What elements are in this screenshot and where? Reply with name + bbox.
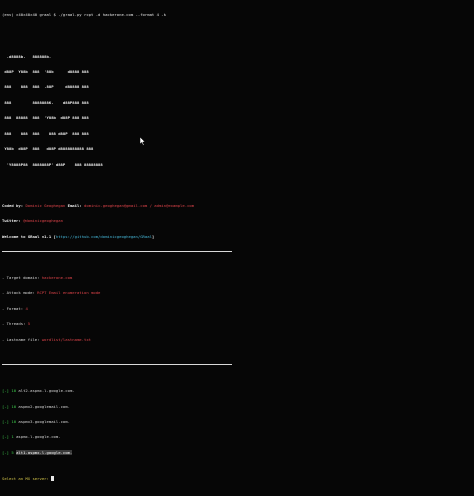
mx-server-row[interactable]: [-] 10 aspmx2.googlemail.com. [2, 404, 472, 409]
select-prompt-line[interactable]: Select an MX server: [2, 476, 472, 481]
twitter-handle: @dominicgeoghegan [23, 218, 63, 224]
mx-server-row[interactable]: [-] 10 aspmx3.googlemail.com. [2, 419, 472, 424]
author-name: Dominic Geoghegan [25, 202, 66, 208]
config-line: - Threads: 5 [2, 321, 472, 326]
banner-line: .d8888b. 888888b. [2, 53, 52, 59]
mx-host: aspmx3.googlemail.com. [18, 419, 70, 425]
mx-index: [-] 5 [2, 449, 17, 455]
author-email: dominic.geoghegan@gmail.com / admin@exam… [84, 202, 195, 208]
welcome-line: Welcome to GRaal v1.1 [https://github.co… [2, 234, 472, 239]
twitter-label: Twitter: [2, 218, 21, 224]
mx-index: [-] 10 [2, 403, 19, 409]
banner-line: 888 8888888K. d88P888 888 [2, 99, 89, 105]
config-label: - Target domain: [2, 274, 42, 280]
config-value: 4 [25, 305, 28, 311]
config-label: - Lastname file: [2, 336, 42, 342]
config-line: - Lastname file: wordlist/lastname.txt [2, 337, 472, 342]
mx-index: [-] 10 [2, 419, 19, 425]
mx-server-row[interactable]: [-] 5 alt1.aspmx.l.google.com. [2, 449, 472, 455]
mx-index: [-] 10 [2, 388, 19, 394]
coded-by-line: Coded by: Dominic Geoghegan Email: domin… [2, 203, 472, 208]
banner-line: 888 888 888 .88P d88888 888 [2, 84, 89, 90]
welcome-text: Welcome to GRaal v1.1 [ [2, 233, 56, 239]
repo-link[interactable]: https://github.com/dominicgeoghegan/GRaa… [56, 234, 152, 239]
config-value: hackerone.com [41, 274, 73, 280]
mx-host: aspmx.l.google.com. [16, 434, 61, 440]
config-line: - Target domain: hackerone.com [2, 275, 472, 280]
config-line: - Attack mode: RCPT Email enumeration mo… [2, 290, 472, 295]
mx-server-list: [-] 10 alt2.aspmx.l.google.com. [-] 10 a… [2, 378, 472, 466]
mx-host: alt2.aspmx.l.google.com. [18, 388, 75, 394]
mx-host: aspmx2.googlemail.com. [18, 403, 70, 409]
banner-line: Y88b d88P 888 d88P d8888888888 888 [2, 146, 94, 152]
command-line: (env) ×40×40×40 graal $ ./graal.py rcpt … [2, 12, 166, 18]
banner-line: 888 88888 888 'Y88b d88P 888 888 [2, 115, 89, 121]
welcome-end: ] [151, 233, 155, 239]
config-label: - Threads: [2, 321, 28, 327]
config-value: RCPT Email enumeration mode [37, 290, 101, 296]
mx-server-row[interactable]: [-] 1 aspmx.l.google.com. [2, 434, 472, 439]
config-label: - Format: [2, 305, 26, 311]
mouse-pointer-icon [140, 137, 146, 146]
config-label: - Attack mode: [2, 290, 38, 296]
banner-line: d88P Y88b 888 '88b d8888 888 [2, 68, 89, 74]
email-label: Email: [65, 202, 82, 208]
mx-index: [-] 1 [2, 434, 17, 440]
ascii-banner: .d8888b. 888888b. d88P Y88b 888 '88b d88… [2, 43, 472, 177]
separator [2, 364, 232, 366]
coded-by-label: Coded by: [2, 202, 24, 208]
twitter-line: Twitter: @dominicgeoghegan [2, 218, 472, 223]
mx-host-selected: alt1.aspmx.l.google.com. [16, 449, 73, 455]
terminal-window[interactable]: (env) ×40×40×40 graal $ ./graal.py rcpt … [0, 0, 474, 481]
config-block: - Target domain: hackerone.com - Attack … [2, 265, 472, 353]
config-line: - Format: 4 [2, 306, 472, 311]
select-prompt: Select an MX server: [2, 475, 52, 481]
separator [2, 251, 232, 253]
banner-line: 888 888 888 888 d88P 888 888 [2, 130, 89, 136]
text-cursor [51, 476, 55, 481]
banner-line: 'Y8888P88 8888888P' d88P 888 88888888 [2, 161, 103, 167]
mx-server-row[interactable]: [-] 10 alt2.aspmx.l.google.com. [2, 388, 472, 393]
config-value: 5 [27, 321, 31, 327]
config-value: wordlist/lastname.txt [41, 336, 92, 342]
